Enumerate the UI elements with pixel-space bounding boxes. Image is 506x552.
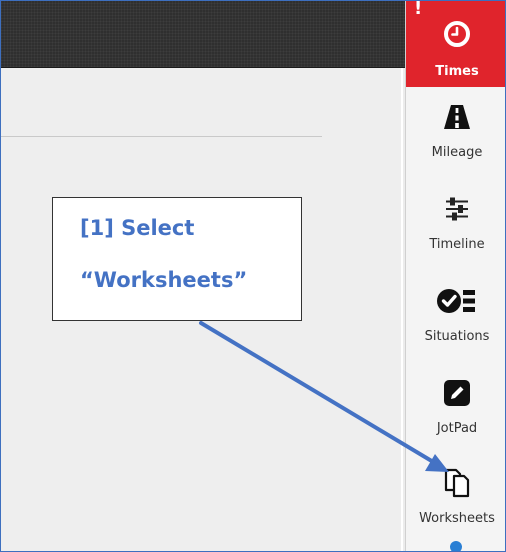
road-icon [406,99,505,135]
sidebar-item-label: Worksheets [419,511,495,526]
instruction-callout: [1] Select “Worksheets” [52,197,302,321]
sidebar-item-label: Times [435,64,479,79]
sidebar-item-times[interactable]: ! Times [406,1,505,87]
app-window: ! Times Mileage Timeline Situations JotP… [0,0,506,552]
callout-target-text: “Worksheets” [80,268,248,292]
copy-icon [406,465,505,501]
sidebar-item-mileage[interactable]: Mileage [406,87,505,179]
checklist-icon [406,283,505,319]
pencil-icon [406,375,505,411]
sidebar-item-worksheets[interactable]: Worksheets [406,453,505,543]
sidebar-item-timeline[interactable]: Timeline [406,179,505,271]
clock-icon [406,16,505,52]
sidebar-item-label: Mileage [431,145,483,160]
callout-step-text: [1] Select [80,216,195,240]
sidebar-item-situations[interactable]: Situations [406,271,505,363]
content-divider [1,136,322,137]
sidebar-item-partial[interactable] [406,541,505,551]
sliders-icon [406,191,505,227]
partial-icon [450,541,462,551]
sidebar-item-label: Timeline [429,237,485,252]
sidebar-item-jotpad[interactable]: JotPad [406,363,505,455]
top-bar [1,1,405,68]
sidebar-item-label: JotPad [436,421,478,436]
sidebar-item-label: Situations [424,329,490,344]
right-sidebar: ! Times Mileage Timeline Situations JotP… [405,1,505,551]
